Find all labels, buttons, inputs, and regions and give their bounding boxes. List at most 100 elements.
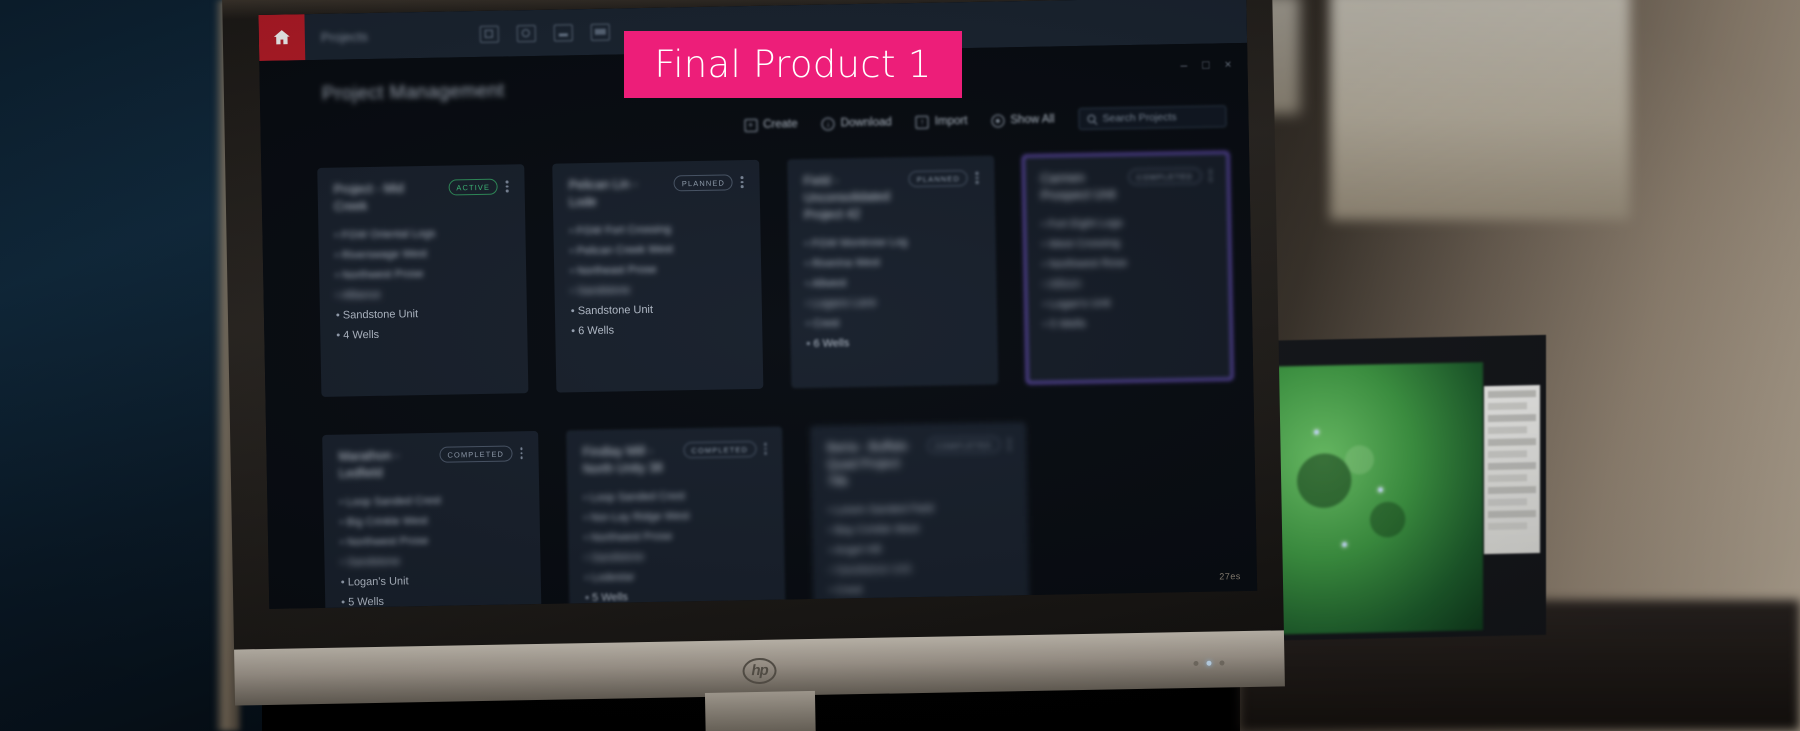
create-label: Create: [763, 118, 798, 131]
project-list-item: 6 Wells: [571, 322, 746, 338]
project-card[interactable]: Project - Mid Creek ACTIVE FGW Oriental Lo…: [317, 164, 529, 398]
maximize-button[interactable]: □: [1202, 58, 1210, 72]
project-list-item: Sandstone: [584, 549, 768, 564]
card-menu-icon[interactable]: [519, 445, 523, 459]
map-pin-icon: [1341, 541, 1347, 548]
project-card-title: Field - Unconsolidated Project 42: [803, 173, 891, 222]
project-list-item: Sandstone Unit: [336, 307, 511, 322]
gear-icon[interactable]: [516, 24, 536, 42]
card-menu-icon[interactable]: [1007, 436, 1011, 451]
project-card-header: Field - Unconsolidated Project 42 PLANNED: [803, 170, 979, 224]
plus-square-icon: +: [744, 118, 758, 132]
toolbar-icon-group: [479, 23, 610, 43]
project-item-list: Loop Sanded Crest Big Crinkle West Northwe…: [339, 493, 525, 609]
project-list-item: Allwest: [805, 275, 980, 290]
project-list-item: Nor-Lay Ridge West: [584, 509, 768, 524]
card-row-top: Project - Mid Creek ACTIVE FGW Oriental Lo…: [317, 151, 1234, 398]
import-button[interactable]: ↑ Import: [915, 115, 968, 129]
panel-icon[interactable]: [590, 23, 610, 41]
project-list-item: 6 Wells: [806, 335, 981, 350]
project-list-item: Lorem Sanded Field: [828, 501, 1012, 517]
project-list-item: FGW Montrose Log: [805, 234, 980, 250]
project-list-item: Sandstone Unit: [829, 561, 1013, 576]
project-list-item: Northwest Prose: [340, 533, 524, 548]
project-list-item: Northwest Rose: [1042, 255, 1213, 270]
card-menu-icon[interactable]: [1208, 168, 1212, 182]
project-list-item: 4 Wells: [336, 327, 511, 342]
project-card[interactable]: Field - Unconsolidated Project 42 PLANNED…: [787, 155, 999, 389]
project-card[interactable]: Marathon - Ledfield COMPLETED Loop Sanded …: [322, 431, 543, 609]
project-card-header: Project - Mid Creek ACTIVE: [334, 178, 510, 215]
app-window-body: – □ × Project Management + Create ↓ Down…: [259, 42, 1258, 609]
project-card-title: Carmen Prospect Unit: [1040, 170, 1116, 203]
project-card-grid: Project - Mid Creek ACTIVE FGW Oriental Lo…: [317, 151, 1239, 609]
project-list-item: Crest: [806, 315, 981, 330]
card-menu-icon[interactable]: [763, 441, 767, 455]
monitor-model-label: 27es: [1219, 571, 1241, 582]
project-card-title: Marathon - Ledfield: [338, 448, 400, 481]
project-card[interactable]: Iberia - Buffalo Quad Project 78b COMPLET…: [810, 422, 1031, 609]
primary-monitor: Projects – □ × Project Management + Crea…: [222, 0, 1285, 731]
project-list-item: Fort Eight Logs: [1041, 215, 1212, 230]
annotation-banner: Final Product 1: [624, 31, 962, 98]
status-badge: COMPLETED: [1128, 167, 1202, 186]
chart-icon[interactable]: [553, 23, 573, 42]
card-row-bottom: Marathon - Ledfield COMPLETED Loop Sanded …: [322, 418, 1238, 609]
monitor-indicator-lights: [1193, 660, 1225, 666]
show-all-button[interactable]: ● Show All: [991, 113, 1055, 128]
project-list-item: Allison: [1042, 276, 1213, 291]
status-badge: PLANNED: [673, 174, 734, 192]
project-card-title: Pelican Lin - Lode: [568, 177, 638, 210]
page-title: Project Management: [321, 80, 505, 105]
minimize-button[interactable]: –: [1180, 58, 1187, 72]
status-badge: ACTIVE: [448, 178, 499, 196]
map-side-panel: [1484, 384, 1540, 555]
project-list-item: Riverina West: [805, 255, 980, 270]
project-card-header: Carmen Prospect Unit COMPLETED: [1040, 167, 1212, 205]
create-button[interactable]: + Create: [744, 118, 798, 132]
search-projects-field[interactable]: Search Projects: [1078, 105, 1227, 131]
card-menu-icon[interactable]: [740, 174, 744, 188]
project-card-title: Project - Mid Creek: [333, 181, 404, 214]
project-list-item: Sandstone: [340, 553, 524, 569]
show-all-label: Show All: [1010, 113, 1055, 127]
project-list-item: Sandstone Unit: [571, 302, 746, 317]
project-list-item: Northwest Prose: [335, 266, 510, 281]
project-card-title: Findlay Mill - North Unity 38: [582, 444, 663, 477]
close-button[interactable]: ×: [1224, 57, 1231, 71]
project-list-item: West Crossing: [1042, 235, 1213, 250]
project-card[interactable]: Pelican Lin - Lode PLANNED FGW Fort Crossi…: [552, 159, 764, 393]
project-list-item: Logans Lane: [806, 295, 981, 310]
project-card[interactable]: Findlay Mill - North Unity 38 COMPLETED Lo…: [566, 426, 787, 609]
project-list-item: Loop Sanded Crest: [583, 489, 767, 504]
card-menu-icon[interactable]: [975, 170, 979, 184]
import-icon: ↑: [915, 115, 929, 129]
card-menu-icon[interactable]: [505, 178, 509, 193]
search-placeholder: Search Projects: [1102, 111, 1177, 125]
project-list-item: Logan's Unit: [1043, 296, 1214, 311]
project-list-item: 5 Wells: [1043, 316, 1214, 331]
project-list-item: Logan's Unit: [341, 574, 525, 589]
background-window-bright: [1330, 0, 1630, 220]
project-list-item: Lodestar: [585, 569, 769, 585]
home-button[interactable]: [258, 14, 306, 62]
status-badge: PLANNED: [908, 170, 969, 188]
project-card[interactable]: Carmen Prospect Unit COMPLETED Fort Eight …: [1021, 151, 1234, 385]
project-list-item: FGW Fort Crossing: [569, 222, 744, 237]
download-label: Download: [840, 116, 892, 130]
project-card-header: Marathon - Ledfield COMPLETED: [338, 445, 523, 482]
project-card-header: Pelican Lin - Lode PLANNED: [568, 174, 744, 211]
annotation-banner-text: Final Product 1: [654, 43, 932, 86]
project-card-header: Iberia - Buffalo Quad Project 78b COMPLET…: [826, 436, 1011, 490]
project-item-list: FGW Fort Crossing Pelican Creek West North…: [569, 222, 746, 338]
project-list-item: Northeast Prose: [570, 262, 745, 277]
layout-icon[interactable]: [479, 25, 499, 43]
search-icon: [1087, 114, 1096, 123]
status-badge: COMPLETED: [439, 445, 513, 463]
project-list-item: Northwest Prose: [584, 529, 768, 544]
download-button[interactable]: ↓ Download: [821, 116, 892, 131]
project-item-list: Fort Eight Logs West Crossing Northwest Ro…: [1041, 215, 1214, 331]
project-list-item: Sandstone: [570, 282, 745, 297]
project-list-item: Riverswage West: [335, 246, 510, 262]
monitor-stand: [704, 690, 816, 731]
